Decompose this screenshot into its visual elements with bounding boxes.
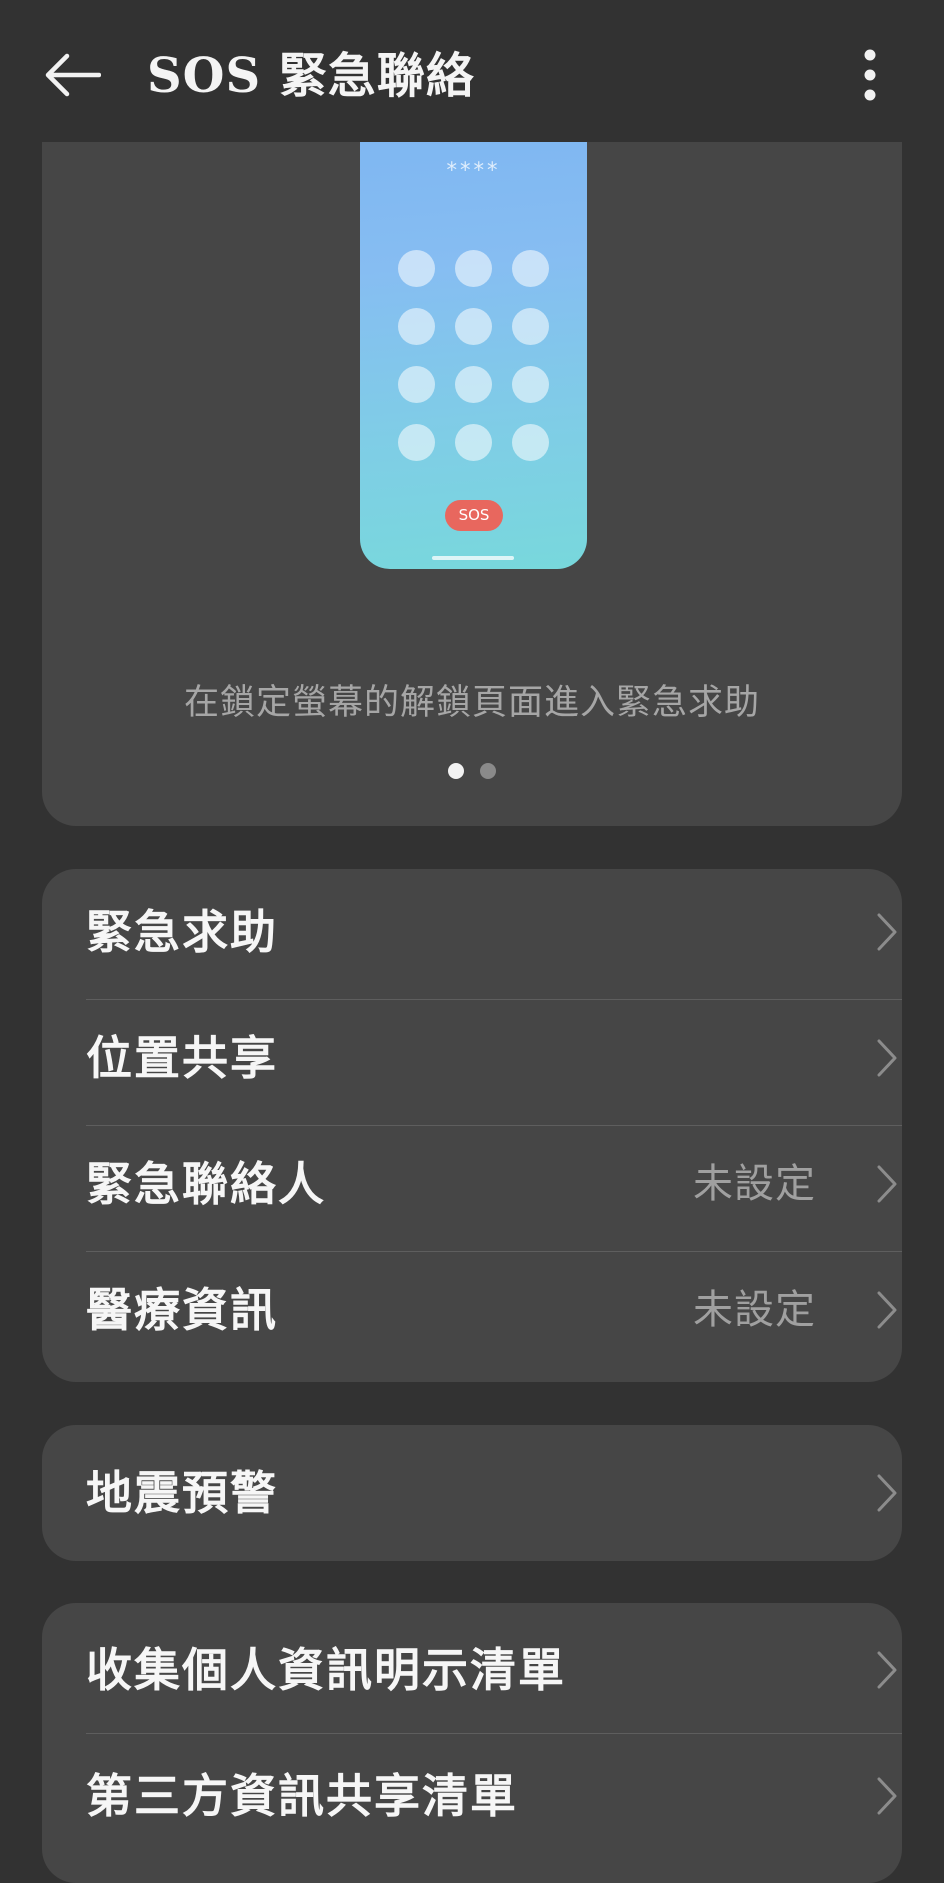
list-item-medical-info[interactable]: 醫療資訊 未設定 — [42, 1247, 902, 1373]
chevron-right-icon — [877, 1777, 897, 1815]
chevron-right-icon — [877, 1291, 897, 1329]
more-options-button[interactable] — [848, 44, 892, 106]
keypad-key — [455, 308, 492, 345]
keypad-key — [455, 424, 492, 461]
list-item-earthquake-alert[interactable]: 地震預警 — [42, 1430, 902, 1556]
list-item-emergency-contacts[interactable]: 緊急聯絡人 未設定 — [42, 1121, 902, 1247]
list-item-personal-info-list[interactable]: 收集個人資訊明示清單 — [42, 1607, 902, 1733]
keypad-key — [455, 250, 492, 287]
chevron-right-icon — [877, 1039, 897, 1077]
list-item-label: 醫療資訊 — [86, 1283, 278, 1337]
chevron-right-icon — [877, 1651, 897, 1689]
app-bar: SOS 緊急聯絡 — [0, 0, 944, 142]
pager-dot-active[interactable] — [448, 763, 464, 779]
keypad-key — [512, 250, 549, 287]
list-item-label: 位置共享 — [86, 1031, 278, 1085]
keypad-key — [398, 250, 435, 287]
emergency-settings-group: 緊急求助 位置共享 緊急聯絡人 未設定 醫療資訊 未設定 — [42, 869, 902, 1382]
list-item-label: 緊急聯絡人 — [86, 1157, 326, 1211]
keypad-key — [398, 308, 435, 345]
keypad-key — [512, 366, 549, 403]
page-title: SOS 緊急聯絡 — [147, 48, 475, 104]
chevron-right-icon — [877, 913, 897, 951]
list-item-label: 地震預警 — [86, 1466, 278, 1520]
back-button[interactable] — [36, 40, 110, 110]
list-item-label: 收集個人資訊明示清單 — [86, 1643, 566, 1697]
intro-carousel-card[interactable]: **** SOS 在鎖定螢幕的解鎖頁面進入緊急求助 — [42, 100, 902, 826]
list-item-third-party-sharing-list[interactable]: 第三方資訊共享清單 — [42, 1733, 902, 1859]
list-item-label: 緊急求助 — [86, 905, 278, 959]
keypad-key — [512, 308, 549, 345]
arrow-left-icon — [45, 53, 101, 97]
keypad-key — [398, 424, 435, 461]
keypad-key — [398, 366, 435, 403]
keypad-key — [512, 424, 549, 461]
list-item-emergency-sos[interactable]: 緊急求助 — [42, 869, 902, 995]
phone-illustration: **** SOS — [360, 100, 587, 569]
list-item-status: 未設定 — [693, 1161, 816, 1207]
keypad-key — [455, 366, 492, 403]
chevron-right-icon — [877, 1165, 897, 1203]
pager-dot[interactable] — [480, 763, 496, 779]
pin-mask-text: **** — [446, 158, 501, 182]
sos-badge: SOS — [445, 500, 503, 531]
home-indicator — [432, 556, 514, 560]
privacy-lists-group: 收集個人資訊明示清單 第三方資訊共享清單 — [42, 1603, 902, 1883]
list-item-status: 未設定 — [693, 1287, 816, 1333]
carousel-caption: 在鎖定螢幕的解鎖頁面進入緊急求助 — [183, 683, 760, 723]
list-item-location-sharing[interactable]: 位置共享 — [42, 995, 902, 1121]
chevron-right-icon — [877, 1474, 897, 1512]
list-item-label: 第三方資訊共享清單 — [86, 1769, 518, 1823]
more-vertical-icon — [864, 49, 876, 101]
earthquake-settings-group: 地震預警 — [42, 1425, 902, 1561]
